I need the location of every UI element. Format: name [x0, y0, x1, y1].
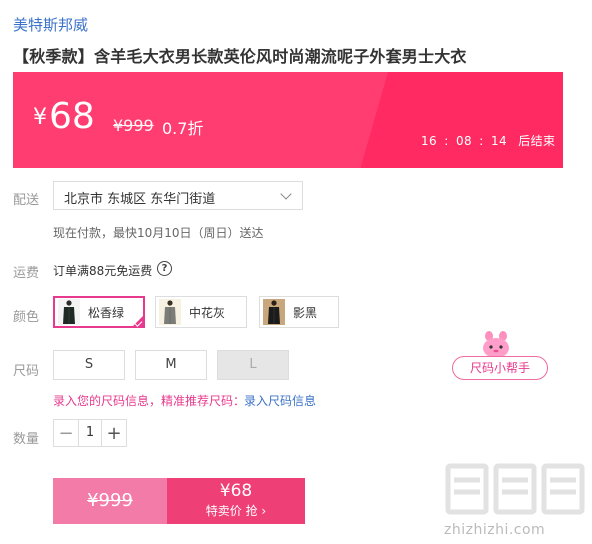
size-helper-button[interactable]: 尺码小帮手 [452, 356, 548, 380]
fee-label: 运费 [13, 266, 40, 281]
countdown-suffix: 后结束 [518, 134, 556, 148]
plus-icon[interactable]: + [102, 423, 126, 444]
countdown-seconds: 14 [490, 134, 508, 148]
size-option-m[interactable]: M [135, 350, 207, 380]
quantity-label: 数量 [13, 432, 40, 447]
buy-now-button[interactable]: ¥68 特卖价 抢 › [167, 478, 305, 524]
quantity-input[interactable]: 1 [78, 420, 102, 446]
color-option-grey[interactable]: 中花灰 [155, 296, 247, 328]
buy-label: 特卖价 抢 › [205, 504, 267, 518]
enter-size-link[interactable]: 录入尺码信息 [244, 392, 316, 409]
mascot-icon [478, 330, 514, 358]
color-option-label: 松香绿 [88, 305, 125, 320]
shipping-label: 配送 [13, 193, 40, 208]
size-option-s[interactable]: S [53, 350, 125, 380]
color-option-pine-green[interactable]: 松香绿 [53, 296, 145, 328]
original-price-box: ¥999 [53, 478, 167, 524]
sale-price: ¥68 [33, 96, 95, 137]
quantity-stepper: − 1 + [53, 419, 127, 447]
size-label: 尺码 [13, 364, 40, 379]
discount-rate: 0.7折 [162, 119, 204, 138]
sale-price-value: 68 [49, 96, 95, 137]
brand-name[interactable]: 美特斯邦威 [13, 14, 88, 35]
countdown-hours: 16 [421, 134, 438, 148]
original-price: ¥999 [113, 116, 154, 135]
delivery-estimate: 现在付款，最快10月10日（周日）送达 [53, 226, 264, 240]
color-option-label: 中花灰 [189, 305, 226, 320]
watermark-text: zhizhizhi.com [444, 522, 546, 538]
countdown-timer: 16 : 08 : 14 后结束 [421, 132, 558, 149]
price-banner: ¥68 ¥999 0.7折 16 : 08 : 14 后结束 [13, 72, 563, 168]
minus-icon[interactable]: − [54, 423, 78, 444]
help-icon[interactable]: ? [157, 261, 172, 276]
countdown-sep: : [479, 134, 484, 148]
coat-thumbnail-icon [159, 299, 181, 325]
address-value: 北京市 东城区 东华门街道 [64, 192, 216, 207]
coat-thumbnail-icon [58, 299, 80, 325]
color-option-black[interactable]: 影黑 [259, 296, 339, 328]
product-title: 【秋季款】含羊毛大衣男长款英伦风时尚潮流呢子外套男士大衣 [13, 47, 467, 66]
size-option-l: L [217, 350, 289, 380]
watermark-logo [440, 460, 590, 530]
countdown-sep: : [444, 134, 449, 148]
currency-symbol: ¥ [33, 105, 47, 130]
chevron-down-icon [280, 188, 292, 200]
color-option-label: 影黑 [293, 305, 318, 320]
address-selector[interactable]: 北京市 东城区 东华门街道 [53, 181, 303, 210]
countdown-minutes: 08 [455, 134, 473, 148]
color-label: 颜色 [13, 310, 40, 325]
fee-text: 订单满88元免运费 [53, 264, 153, 278]
banner-stripe [360, 72, 563, 168]
buy-price: ¥68 [219, 481, 253, 501]
coat-thumbnail-icon [263, 299, 285, 325]
size-note: 录入您的尺码信息，精准推荐尺码： [53, 394, 246, 408]
